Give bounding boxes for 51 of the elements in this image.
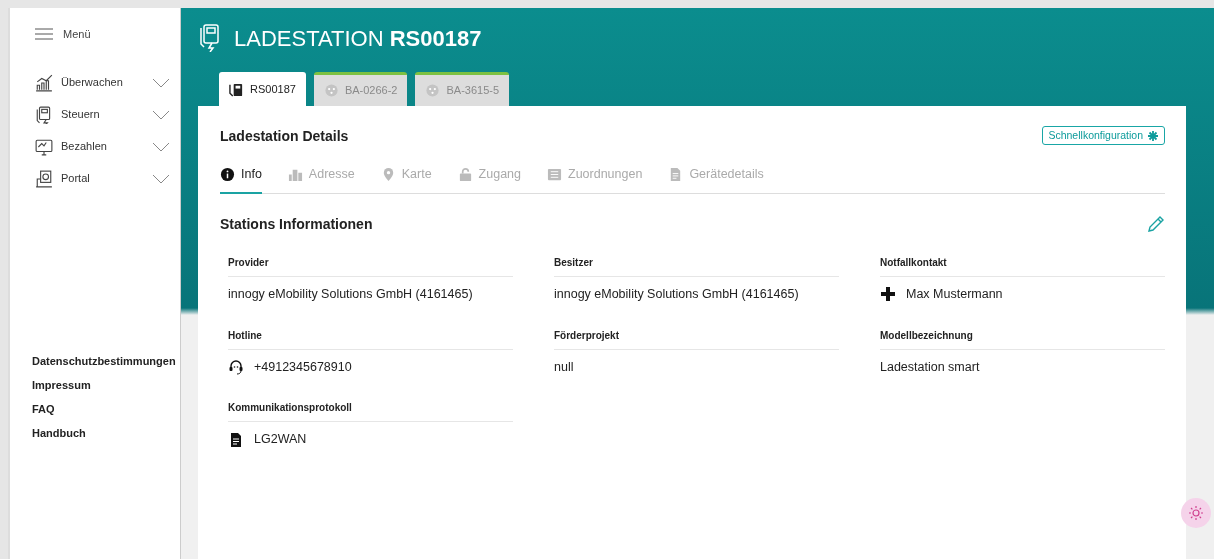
list-icon xyxy=(547,166,562,182)
headset-icon xyxy=(228,358,244,375)
info-icon xyxy=(220,166,235,182)
lock-icon xyxy=(457,166,473,182)
footer-link[interactable]: Datenschutzbestimmungen xyxy=(30,352,176,369)
field-value: +4912345678910 xyxy=(254,358,352,376)
station-tab[interactable]: RS00187 xyxy=(219,72,306,106)
section-title: Stations Informationen xyxy=(220,214,373,234)
footer-link[interactable]: Handbuch xyxy=(30,424,86,441)
charging-station-icon xyxy=(35,105,53,124)
sidebar-item[interactable]: Portal xyxy=(61,170,144,187)
charging-station-icon xyxy=(198,24,222,52)
chart-icon xyxy=(35,73,53,92)
field-value: innogy eMobility Solutions GmbH (4161465) xyxy=(228,285,473,303)
chevron-down-icon[interactable] xyxy=(152,173,170,184)
document-icon xyxy=(228,431,244,448)
snowflake-icon xyxy=(1147,129,1159,142)
footer-link[interactable]: FAQ xyxy=(30,400,55,417)
field-label: Förderprojekt xyxy=(554,327,839,350)
plug-icon xyxy=(425,83,441,98)
plug-icon xyxy=(323,83,339,98)
field-value: null xyxy=(554,358,574,376)
lightbulb-button[interactable] xyxy=(1181,498,1211,528)
card-title: Ladestation Details xyxy=(220,127,349,146)
plus-icon xyxy=(880,286,896,303)
chevron-down-icon[interactable] xyxy=(152,77,170,88)
charging-station-icon xyxy=(229,81,244,97)
lightbulb-icon xyxy=(1188,505,1204,521)
field-value: Max Mustermann xyxy=(906,285,1003,303)
sidebar-item[interactable]: Steuern xyxy=(61,106,144,123)
sidebar-item[interactable]: Überwachen xyxy=(61,74,144,91)
quick-config-button[interactable]: Schnellkonfiguration xyxy=(1042,125,1165,146)
section-tab[interactable]: Info xyxy=(220,165,262,194)
field-label: Besitzer xyxy=(554,254,839,277)
field-label: Notfallkontakt xyxy=(880,254,1165,277)
field-value: Ladestation smart xyxy=(880,358,980,376)
field-label: Provider xyxy=(228,254,513,277)
monitor-icon xyxy=(35,137,53,156)
sidebar-item[interactable]: Bezahlen xyxy=(61,138,144,155)
edit-icon[interactable] xyxy=(1147,215,1165,234)
field-value: innogy eMobility Solutions GmbH (4161465) xyxy=(554,285,799,303)
menu-icon[interactable] xyxy=(35,28,53,41)
menu-label[interactable]: Menü xyxy=(63,26,91,43)
field-label: Kommunikationsprotokoll xyxy=(228,400,513,423)
chevron-down-icon[interactable] xyxy=(152,109,170,120)
field-label: Modellbezeichnung xyxy=(880,327,1165,350)
chevron-down-icon[interactable] xyxy=(152,141,170,152)
field-value: LG2WAN xyxy=(254,431,307,449)
field-label: Hotline xyxy=(228,327,513,350)
footer-link[interactable]: Impressum xyxy=(30,376,91,393)
page-title: LADESTATION RS00187 xyxy=(234,24,482,53)
